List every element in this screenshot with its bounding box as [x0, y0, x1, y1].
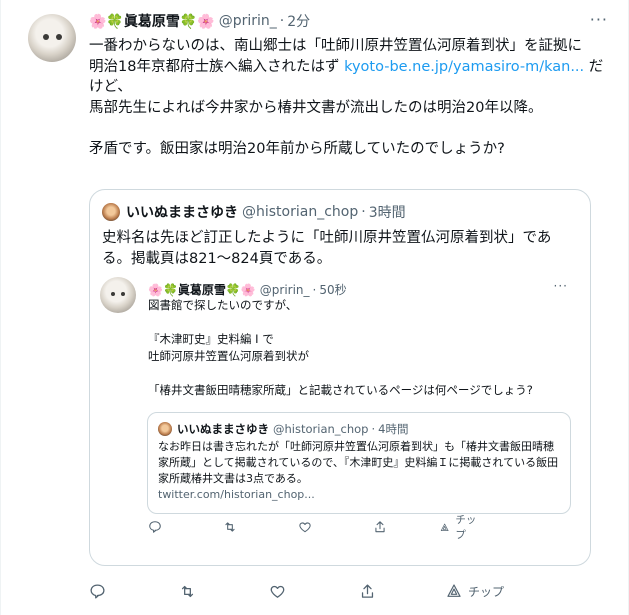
inner-tweet-header: 🌸🍀眞葛原雪🍀🌸 @pririn_ · 50秒	[148, 281, 347, 298]
inner-quoted-text: なお昨日は書き忘れたが「吐師河原井笠置仏河原着到状」も「椿井文書飯田晴穂家所蔵」…	[158, 440, 559, 485]
inner-quoted-link: twitter.com/historian_chop...	[158, 488, 315, 501]
share-icon	[361, 583, 374, 598]
inner-tweet-text: 図書館で探したいのですが、 『木津町史』史料編 I で 吐師河原井笠置仏河原着到…	[148, 298, 533, 397]
quoted-tweet[interactable]: いいぬままさゆき @historian_chop · 3時間 史料名は先ほど訂正…	[89, 189, 591, 566]
quoted-author-name: いいぬままさゆき	[126, 205, 238, 221]
embedded-tweet-image: 🌸🍀眞葛原雪🍀🌸 @pririn_ · 50秒 ··· 図書館で探したいのですが…	[90, 277, 590, 565]
tweet-action-bar: チップ	[89, 580, 549, 602]
inner-tweet-time: 50秒	[319, 283, 347, 297]
quoted-tweet-header: いいぬままさゆき @historian_chop · 3時間	[102, 202, 406, 222]
quoted-author-avatar	[102, 203, 120, 221]
author-handle[interactable]: @pririn_	[219, 13, 277, 29]
tweet-time[interactable]: 2分	[287, 11, 310, 31]
author-name[interactable]: 🌸🍀眞葛原雪🍀🌸	[89, 11, 215, 31]
like-button[interactable]	[269, 583, 286, 600]
reply-icon	[90, 583, 105, 599]
tweet-link[interactable]: kyoto-be.ne.jp/yamasiro-m/kan...	[344, 59, 584, 75]
inner-quoted-tweet: いいぬままさゆき @historian_chop · 4時間 なお昨日は書き忘れ…	[147, 412, 571, 514]
inner-quoted-header: いいぬままさゆき @historian_chop · 4時間	[158, 421, 408, 437]
tip-label: チップ	[455, 514, 477, 541]
inner-author-handle: @pririn_	[259, 282, 310, 297]
retweet-icon	[181, 585, 194, 597]
tip-icon	[447, 584, 461, 597]
tip-button: チップ	[440, 512, 478, 542]
quoted-tweet-time: 3時間	[368, 205, 406, 221]
tip-button[interactable]: チップ	[446, 583, 504, 600]
inner-quoted-time: 4時間	[378, 422, 409, 436]
more-icon[interactable]: ···	[590, 10, 608, 29]
inner-quoted-author-name: いいぬままさゆき	[177, 422, 269, 436]
dot-separator: ·	[279, 13, 285, 29]
quoted-tweet-text: 史料名は先ほど訂正したように「吐師川原井笠置仏河原着到状」である。掲載頁は821…	[102, 230, 552, 267]
like-icon	[298, 520, 312, 534]
retweet-button[interactable]	[179, 583, 196, 600]
tweet-header: 🌸🍀眞葛原雪🍀🌸 @pririn_ · 2分 ···	[89, 10, 608, 32]
quoted-author-handle: @historian_chop	[242, 204, 359, 220]
inner-quoted-avatar	[158, 422, 172, 436]
like-icon	[270, 585, 285, 598]
share-button[interactable]	[359, 583, 376, 600]
dot-separator: ·	[312, 282, 317, 297]
dot-separator: ·	[371, 422, 376, 436]
tip-icon	[440, 523, 449, 531]
tweet-article[interactable]: 🌸🍀眞葛原雪🍀🌸 @pririn_ · 2分 ··· 一番わからないのは、南山郷…	[0, 0, 629, 615]
tweet-text: 一番わからないのは、南山郷士は「吐師川原井笠置仏河原着到状」を証拠に 明治18年…	[89, 36, 609, 159]
reply-button[interactable]	[89, 583, 106, 600]
inner-quoted-handle: @historian_chop	[273, 422, 369, 436]
inner-author-name: 🌸🍀眞葛原雪🍀🌸	[148, 283, 256, 297]
share-icon	[373, 520, 387, 534]
inner-more-icon: ···	[553, 279, 568, 293]
retweet-icon	[223, 520, 237, 534]
inner-author-avatar	[100, 277, 136, 313]
author-avatar[interactable]	[28, 14, 76, 62]
tip-label: チップ	[468, 584, 505, 599]
reply-icon	[148, 520, 162, 534]
dot-separator: ·	[361, 204, 366, 220]
